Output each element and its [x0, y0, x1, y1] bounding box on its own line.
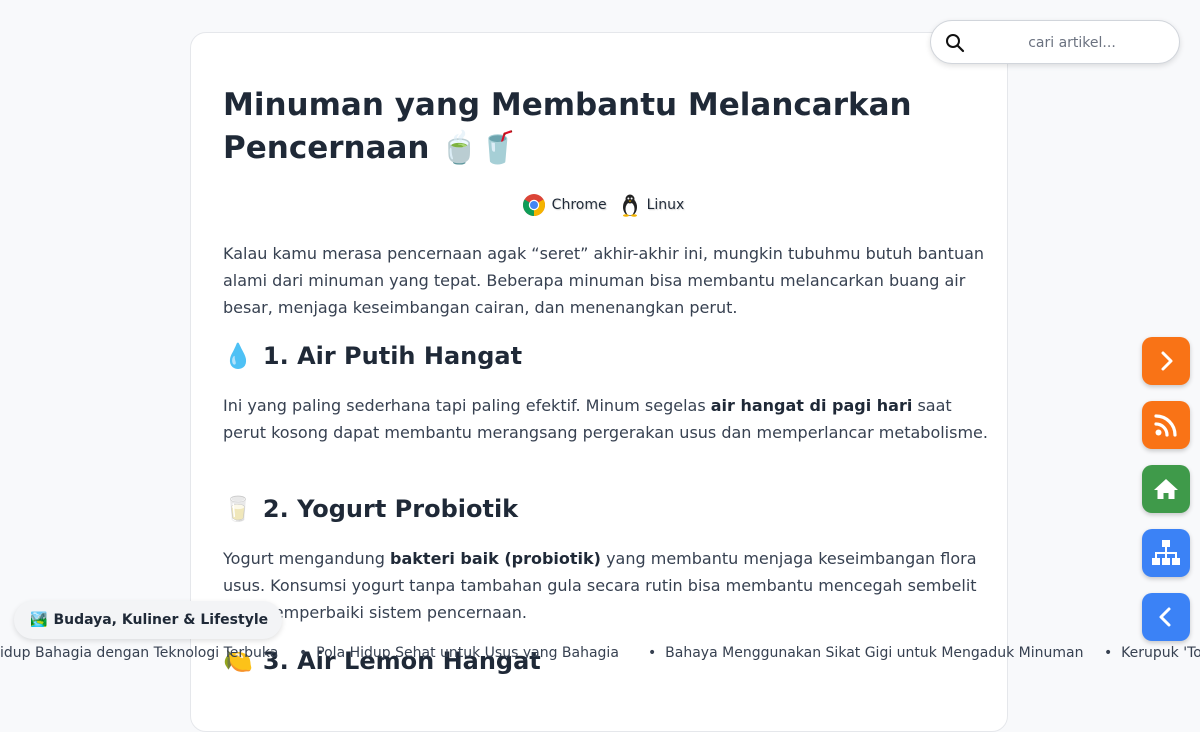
- chevron-right-icon: [1161, 351, 1173, 371]
- category-badge-label: Budaya, Kuliner & Lifestyle: [53, 612, 269, 628]
- search-box[interactable]: [930, 20, 1180, 64]
- ticker-item[interactable]: • Pola Hidup Sehat untuk Usus yang Bahag…: [299, 645, 619, 661]
- meta-item-linux: Linux: [619, 193, 685, 217]
- section-paragraph-2: Yogurt mengandung bakteri baik (probioti…: [223, 545, 988, 626]
- ticker-item[interactable]: idup Bahagia dengan Teknologi Terbuka: [0, 645, 278, 661]
- chrome-icon: [522, 194, 545, 216]
- landscape-icon: 🏞️: [30, 612, 48, 628]
- ticker-item-text[interactable]: Kerupuk 'Tol: [1121, 645, 1200, 661]
- section-heading-1-text: 1. Air Putih Hangat: [262, 342, 523, 370]
- rss-icon: [1154, 414, 1177, 437]
- ticker-item-text[interactable]: Pola Hidup Sehat untuk Usus yang Bahagia: [316, 645, 619, 661]
- linux-penguin-icon: [622, 194, 637, 217]
- sitemap-button[interactable]: [1142, 529, 1190, 577]
- home-icon: [1154, 479, 1178, 499]
- search-input[interactable]: [975, 29, 1169, 57]
- intro-paragraph: Kalau kamu merasa pencernaan agak “seret…: [223, 244, 985, 317]
- page-title: Minuman yang Membantu Melancarkan Pencer…: [223, 87, 912, 166]
- next-button[interactable]: [1142, 337, 1190, 385]
- article-meta: Chrome Linux: [223, 193, 983, 217]
- meta-label-chrome: Chrome: [551, 197, 607, 213]
- section-heading-2-text: 2. Yogurt Probiotik: [262, 495, 519, 523]
- home-button[interactable]: [1142, 465, 1190, 513]
- category-badge[interactable]: 🏞️ Budaya, Kuliner & Lifestyle: [14, 601, 283, 639]
- ticker-item-text[interactable]: Bahaya Menggunakan Sikat Gigi untuk Meng…: [665, 645, 1083, 661]
- water-drop-icon: 💧: [223, 342, 253, 370]
- section-1-bold: air hangat di pagi hari: [710, 396, 913, 415]
- back-button[interactable]: [1142, 593, 1190, 641]
- section-heading-2: 🥛 2. Yogurt Probiotik: [223, 494, 518, 524]
- chevron-left-icon: [1159, 607, 1171, 627]
- milk-glass-icon: 🥛: [223, 495, 253, 523]
- section-paragraph-1: Ini yang paling sederhana tapi paling ef…: [223, 392, 988, 446]
- meta-item-chrome: Chrome: [522, 193, 607, 217]
- sitemap-icon: [1152, 540, 1180, 565]
- rss-button[interactable]: [1142, 401, 1190, 449]
- ticker-item[interactable]: • Kerupuk 'Tol: [1104, 645, 1200, 661]
- news-ticker: idup Bahagia dengan Teknologi Terbuka • …: [0, 643, 1200, 665]
- search-icon[interactable]: [945, 33, 965, 53]
- ticker-item-text[interactable]: idup Bahagia dengan Teknologi Terbuka: [0, 645, 278, 661]
- section-2-bold: bakteri baik (probiotik): [390, 549, 601, 568]
- section-2-text-a: Yogurt mengandung: [223, 549, 391, 568]
- section-heading-1: 💧 1. Air Putih Hangat: [223, 341, 522, 371]
- meta-label-linux: Linux: [646, 197, 685, 213]
- section-1-text-a: Ini yang paling sederhana tapi paling ef…: [223, 396, 711, 415]
- ticker-item[interactable]: • Bahaya Menggunakan Sikat Gigi untuk Me…: [648, 645, 1084, 661]
